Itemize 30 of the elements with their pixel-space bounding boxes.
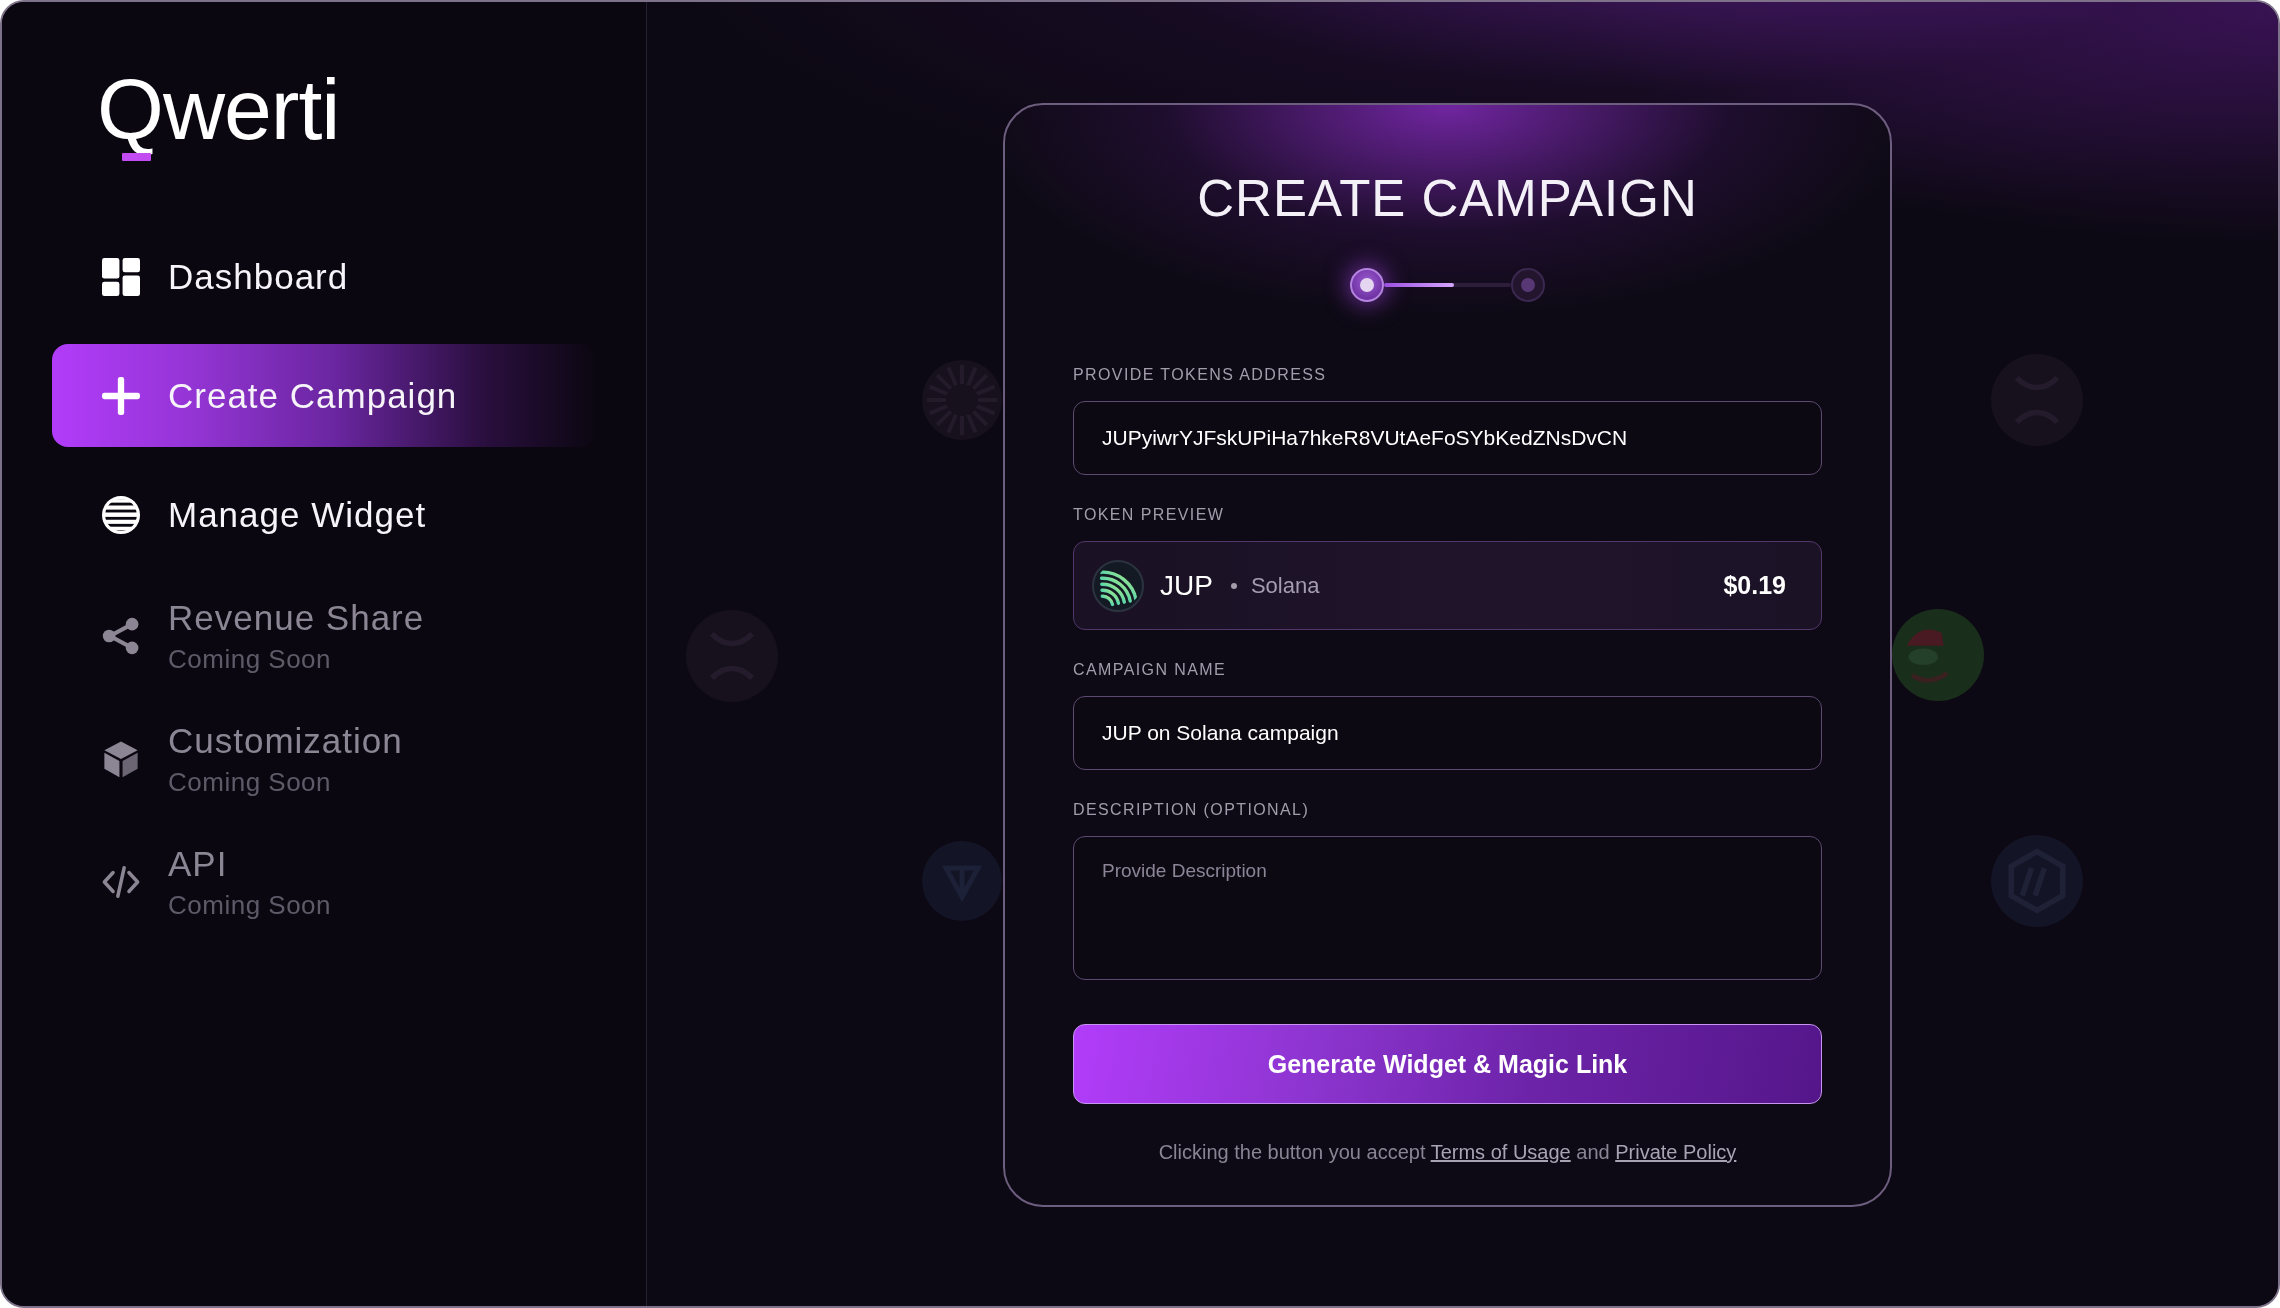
coin-icon xyxy=(1991,835,2083,927)
coin-icon xyxy=(1892,609,1984,701)
field-label: PROVIDE TOKENS ADDRESS xyxy=(1073,365,1328,385)
field-label: CAMPAIGN NAME xyxy=(1073,660,1228,680)
legal-link[interactable]: Terms of Usage xyxy=(1430,1141,1571,1163)
field-label: DESCRIPTION (OPTIONAL) xyxy=(1073,800,1311,820)
striped-globe-icon xyxy=(102,495,140,534)
token-price: $0.19 xyxy=(1723,571,1786,600)
token-network: Solana xyxy=(1250,572,1320,599)
nav-item[interactable]: Dashboard xyxy=(52,225,596,328)
coin-icon xyxy=(686,610,778,702)
text-input[interactable]: JUPyiwrYJFskUPiHa7hkeR8VUtAeFoSYbKedZNsDvCN xyxy=(1073,401,1822,475)
legal-link[interactable]: Private Policy xyxy=(1615,1141,1737,1163)
separator-dot-icon xyxy=(1230,582,1237,589)
text-input[interactable]: JUP on Solana campaign xyxy=(1073,696,1822,770)
form-title: CREATE CAMPAIGN xyxy=(1196,169,1699,229)
share-icon xyxy=(102,616,140,655)
dashboard-grid-icon xyxy=(102,257,140,296)
cube-icon xyxy=(102,739,140,778)
terms-notice: Clicking the button you accept Terms of Usage and Private Policy xyxy=(1157,1140,1738,1164)
token-symbol: JUP xyxy=(1160,569,1213,602)
plus-icon xyxy=(102,376,140,415)
coin-icon xyxy=(922,841,1002,921)
logo-accent-icon xyxy=(122,153,151,161)
field-label: TOKEN PREVIEW xyxy=(1073,505,1226,525)
description-textarea[interactable]: Provide Description xyxy=(1073,836,1822,980)
coin-icon xyxy=(1991,354,2083,446)
striped-coin-icon xyxy=(1092,559,1144,612)
generate-button[interactable]: Generate Widget & Magic Link xyxy=(1073,1024,1822,1104)
nav-item[interactable]: Manage Widget xyxy=(52,463,596,566)
